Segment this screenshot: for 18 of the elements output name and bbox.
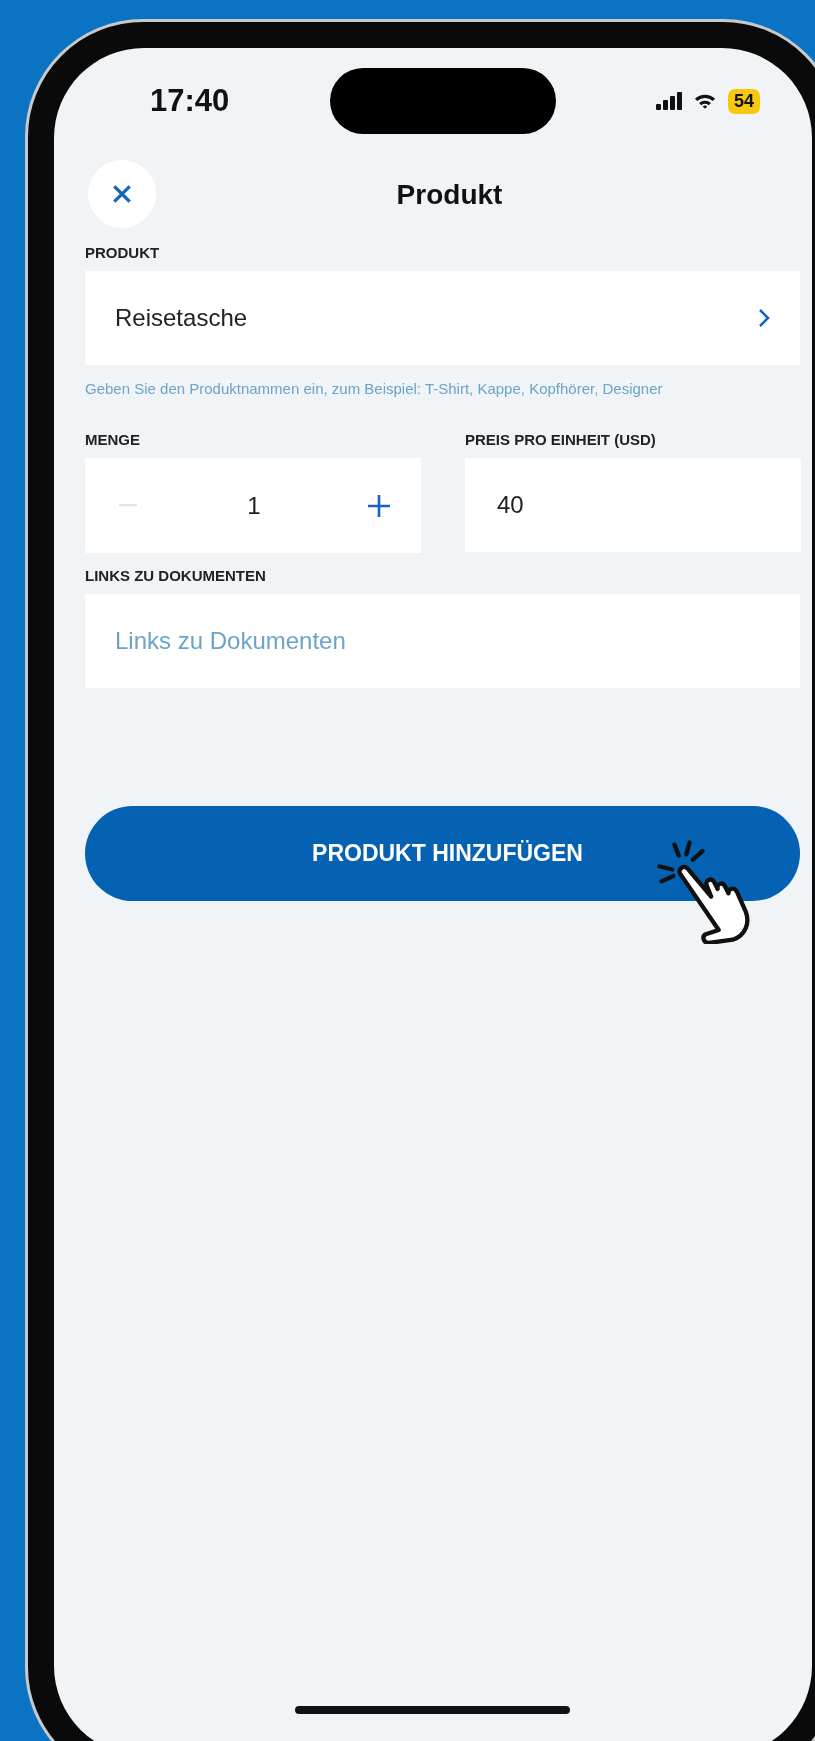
field-label: PREIS PRO EINHEIT (USD) [465,431,657,448]
status-time: 17:40 [150,83,230,119]
field-label: PRODUKT [85,244,160,261]
add-product-button[interactable]: PRODUKT HINZUFÜGEN [85,806,800,901]
field-hint: Geben Sie den Produktnammen ein, zum Beispiel: T-Shirt, Kappe, Kopfhörer, Designer [85,379,664,399]
field-label: MENGE [85,431,141,448]
product-field[interactable]: Reisetasche [85,271,800,365]
field-label: LINKS ZU DOKUMENTEN [85,567,266,584]
links-input-field[interactable]: Links zu Dokumenten [85,594,800,688]
chevron-right-icon [758,308,770,328]
screen-title: Produkt [396,179,503,211]
plus-icon [367,493,391,518]
wifi-icon [693,92,716,110]
signal-icon [655,92,682,110]
battery-level: 54 [727,88,760,114]
close-icon [111,183,133,205]
price-field[interactable]: 40 [465,458,801,552]
quantity-value: 1 [247,491,261,520]
